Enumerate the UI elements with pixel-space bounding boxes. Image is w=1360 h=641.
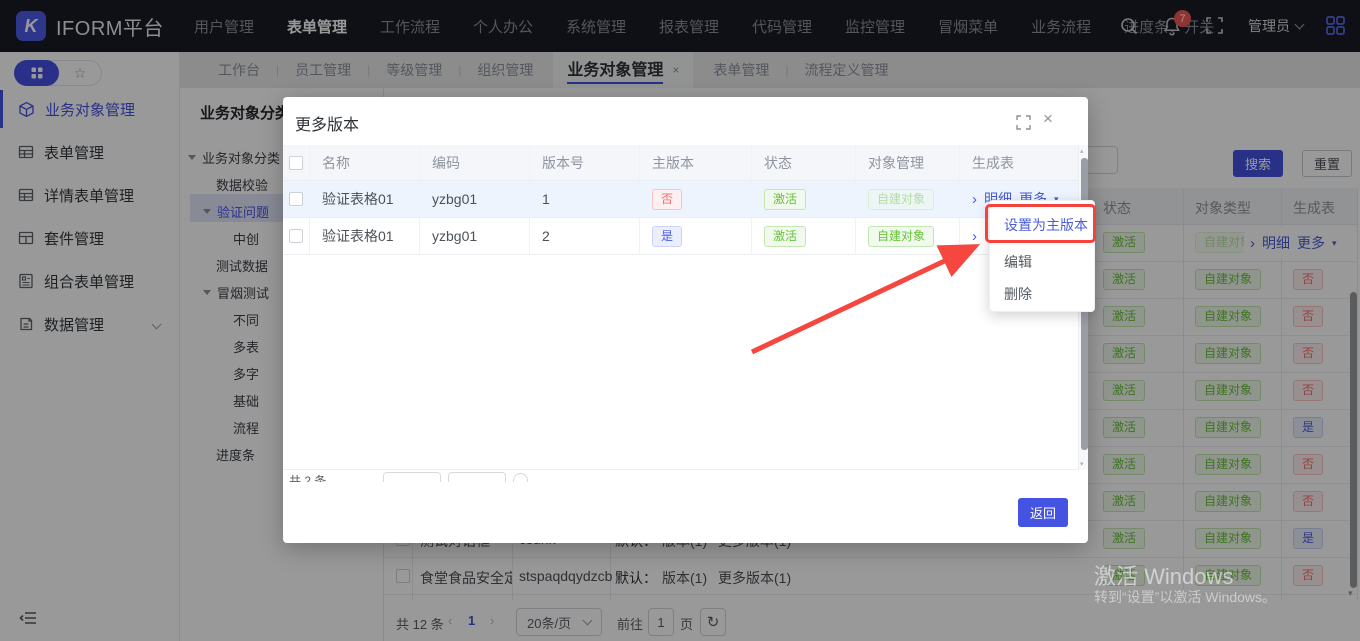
col-header-main-version: 主版本 [640,145,752,180]
main-version-badge: 是 [652,226,682,247]
code-cell: yzbg01 [420,218,530,254]
name-cell: 验证表格01 [310,218,420,254]
col-header-object-mgmt: 对象管理 [856,145,960,180]
col-header-status: 状态 [752,145,856,180]
app-root: K IFORM平台 用户管理 表单管理 工作流程 个人办公 系统管理 报表管理 … [0,0,1360,641]
row-checkbox[interactable] [289,192,303,206]
col-header-name: 名称 [310,145,420,180]
versions-table: 名称 编码 版本号 主版本 状态 对象管理 生成表 验证表格01 yzbg01 … [283,145,1078,255]
col-header-code: 编码 [420,145,530,180]
scroll-up-icon[interactable]: ▴ [1080,147,1084,155]
object-mgmt-badge: 自建对象 [868,189,934,210]
status-badge: 激活 [764,226,806,247]
main-version-badge: 否 [652,189,682,210]
modal-goto-input[interactable] [448,472,506,482]
col-header-gen-table: 生成表 [960,145,1078,180]
expand-icon[interactable] [1016,115,1031,135]
status-badge: 激活 [764,189,806,210]
expand-row-icon[interactable]: › [972,228,977,245]
menu-item-set-main-version[interactable]: 设置为主版本 [990,207,1096,243]
select-all-checkbox[interactable] [289,156,303,170]
modal-refresh-icon[interactable] [513,473,528,482]
version-row-2[interactable]: 验证表格01 yzbg01 2 是 激活 自建对象 › [283,218,1078,255]
close-icon[interactable]: × [1043,109,1053,129]
code-cell: yzbg01 [420,181,530,217]
object-mgmt-badge: 自建对象 [868,226,934,247]
expand-row-icon[interactable]: › [972,191,977,208]
modal-pagination-clipped: 共 2 条 [283,470,1078,482]
name-cell: 验证表格01 [310,181,420,217]
scroll-down-icon[interactable]: ▾ [1080,460,1084,468]
col-header-version: 版本号 [530,145,640,180]
versions-table-header: 名称 编码 版本号 主版本 状态 对象管理 生成表 [283,145,1078,181]
version-cell: 2 [530,218,640,254]
modal-title: 更多版本 [295,111,359,135]
more-actions-dropdown: 设置为主版本 编辑 删除 [989,200,1095,312]
return-button[interactable]: 返回 [1018,498,1068,527]
modal-page-size-select[interactable] [383,472,441,482]
more-versions-modal: 更多版本 × 名称 编码 版本号 主版本 状态 对象管理 生成表 验证表格01 … [283,97,1088,543]
menu-item-delete[interactable]: 删除 [990,279,1096,309]
menu-item-edit[interactable]: 编辑 [990,247,1096,277]
windows-watermark-line2: 转到“设置”以激活 Windows。 [1094,587,1276,607]
row-checkbox[interactable] [289,229,303,243]
version-cell: 1 [530,181,640,217]
modal-pagination-total: 共 2 条 [289,472,326,482]
version-row-1[interactable]: 验证表格01 yzbg01 1 否 激活 自建对象 › 明细 更多 ▾ [283,181,1078,218]
